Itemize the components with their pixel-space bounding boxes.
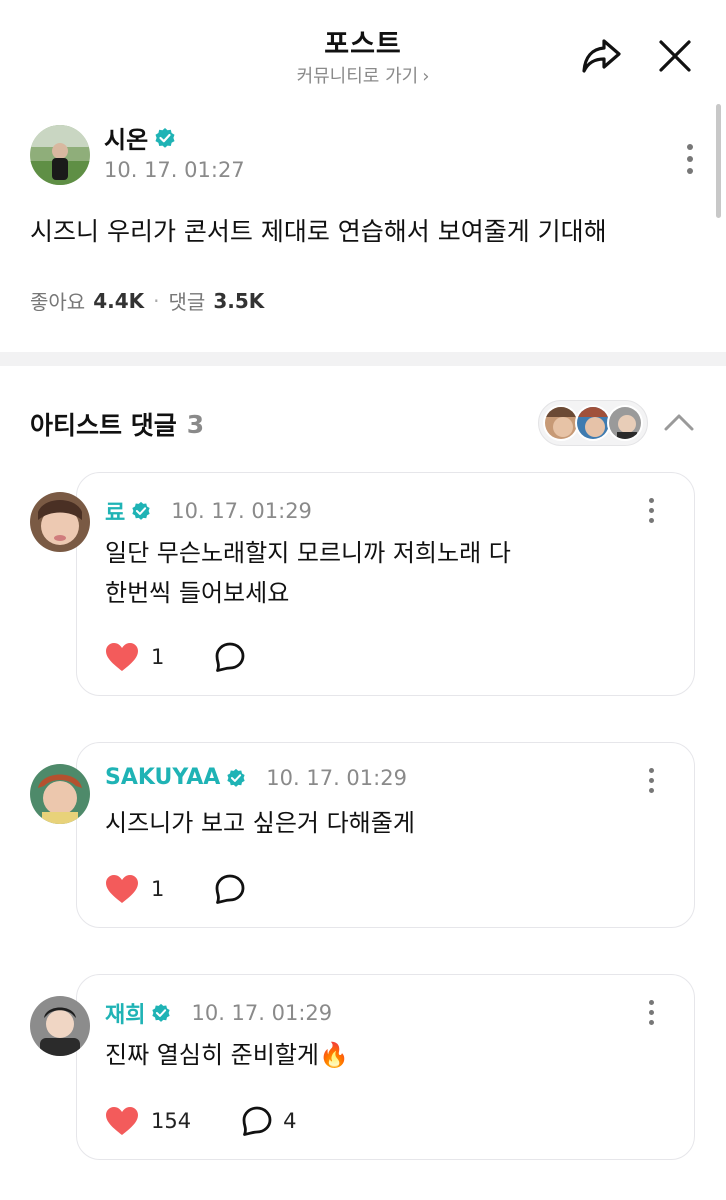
comment-actions: 1 [105,873,256,905]
comment-author-avatar[interactable] [30,996,90,1056]
stack-avatar [543,405,579,441]
section-divider [0,352,726,366]
comment-author-avatar[interactable] [30,764,90,824]
comment-author-avatar[interactable] [30,492,90,552]
post-more-button[interactable] [670,138,710,180]
more-dot [648,1019,654,1025]
share-icon [582,39,621,73]
comment-text: 일단 무슨노래할지 모르니까 저희노래 다 한번씩 들어보세요 [105,533,511,613]
comment-author-name[interactable]: SAKUYAA [105,765,220,790]
comment-more-button[interactable] [636,765,666,795]
more-dot [648,777,654,783]
comment-text: 진짜 열심히 준비할게🔥 [105,1035,349,1075]
scrollbar-thumb[interactable] [716,104,721,218]
verified-badge-icon [155,127,175,148]
artist-comment-card: 재희 10. 17. 01:29 진짜 열심히 준비할게🔥 154 4 [76,974,695,1160]
reply-bubble-icon [215,874,245,904]
more-dot [648,1009,654,1015]
reply-button[interactable] [214,641,256,673]
post-author[interactable]: 시온 [104,120,176,155]
comment-author-name[interactable]: 료 [105,495,125,527]
collapse-button[interactable] [660,406,698,438]
stack-avatar [607,405,643,441]
like-count: 1 [151,645,165,669]
comments-count: 3.5K [213,288,265,313]
comments-label: 댓글 [168,290,206,314]
chevron-up-icon [664,414,694,431]
reply-bubble-icon [215,642,245,672]
stack-avatar [575,405,611,441]
like-button[interactable]: 154 [105,1106,191,1136]
comment-author-name[interactable]: 재희 [105,997,145,1029]
comment-header: 재희 10. 17. 01:29 [105,997,332,1029]
post-body: 시즈니 우리가 콘서트 제대로 연습해서 보여줄게 기대해 [30,217,607,246]
comment-timestamp: 10. 17. 01:29 [191,1001,333,1025]
comment-more-button[interactable] [636,997,666,1027]
artist-comments-label: 아티스트 댓글 [30,411,177,440]
heart-icon [106,875,138,903]
more-dot [648,507,654,513]
like-count: 1 [151,877,165,901]
artist-comments-title: 아티스트 댓글 3 [30,406,204,442]
header-bar: 포스트 커뮤니티로 가기 › [0,0,726,100]
verified-badge-icon [152,1003,171,1022]
comment-timestamp: 10. 17. 01:29 [171,499,312,523]
comment-text-line: 시즈니가 보고 싶은거 다해줄게 [105,809,415,837]
comment-text-line: 한번씩 들어보세요 [105,579,290,607]
likes-count: 4.4K [93,288,145,313]
comment-text-line: 일단 무슨노래할지 모르니까 저희노래 다 [105,539,511,567]
like-button[interactable]: 1 [105,642,164,672]
comment-text: 시즈니가 보고 싶은거 다해줄게 [105,803,415,843]
stats-separator: · [153,288,160,313]
comment-timestamp: 10. 17. 01:29 [266,765,407,790]
artist-avatar-stack[interactable] [538,400,648,446]
community-link-label: 커뮤니티로 가기 [296,66,419,87]
reply-button[interactable] [214,873,256,905]
reply-button[interactable]: 4 [241,1105,296,1137]
more-dots-icon [648,999,654,1005]
comment-header: 료 10. 17. 01:29 [105,495,312,527]
more-dot [648,517,654,523]
comment-more-button[interactable] [636,495,666,525]
comment-text-line: 진짜 열심히 준비할게🔥 [105,1041,349,1069]
reply-bubble-icon [242,1106,272,1136]
like-count: 154 [151,1109,192,1133]
comment-header: SAKUYAA 10. 17. 01:29 [105,765,407,790]
heart-icon [106,643,138,671]
comment-actions: 1 [105,641,256,673]
more-dot [648,787,654,793]
verified-badge-icon [227,768,245,787]
chevron-right-icon: › [422,66,430,87]
post-stats: 좋아요 4.4K · 댓글 3.5K [30,286,264,315]
heart-icon [106,1107,138,1135]
post-author-name: 시온 [104,126,149,154]
close-icon [659,40,691,72]
post-timestamp: 10. 17. 01:27 [104,158,245,182]
more-dot [687,156,693,162]
more-dots-icon [648,497,654,503]
more-dots-icon [648,767,654,773]
artist-comment-card: 료 10. 17. 01:29 일단 무슨노래할지 모르니까 저희노래 다 한번… [76,472,695,696]
artist-comments-count: 3 [186,409,205,439]
likes-label: 좋아요 [30,290,86,314]
comment-actions: 154 4 [105,1105,296,1137]
artist-comment-card: SAKUYAA 10. 17. 01:29 시즈니가 보고 싶은거 다해줄게 1 [76,742,695,928]
like-button[interactable]: 1 [105,874,164,904]
share-button[interactable] [578,34,624,78]
more-dots-icon [687,144,693,150]
more-dot [687,168,693,174]
post-author-avatar[interactable] [30,125,90,185]
close-button[interactable] [652,34,698,78]
verified-badge-icon [132,501,150,520]
reply-count: 4 [283,1109,297,1133]
